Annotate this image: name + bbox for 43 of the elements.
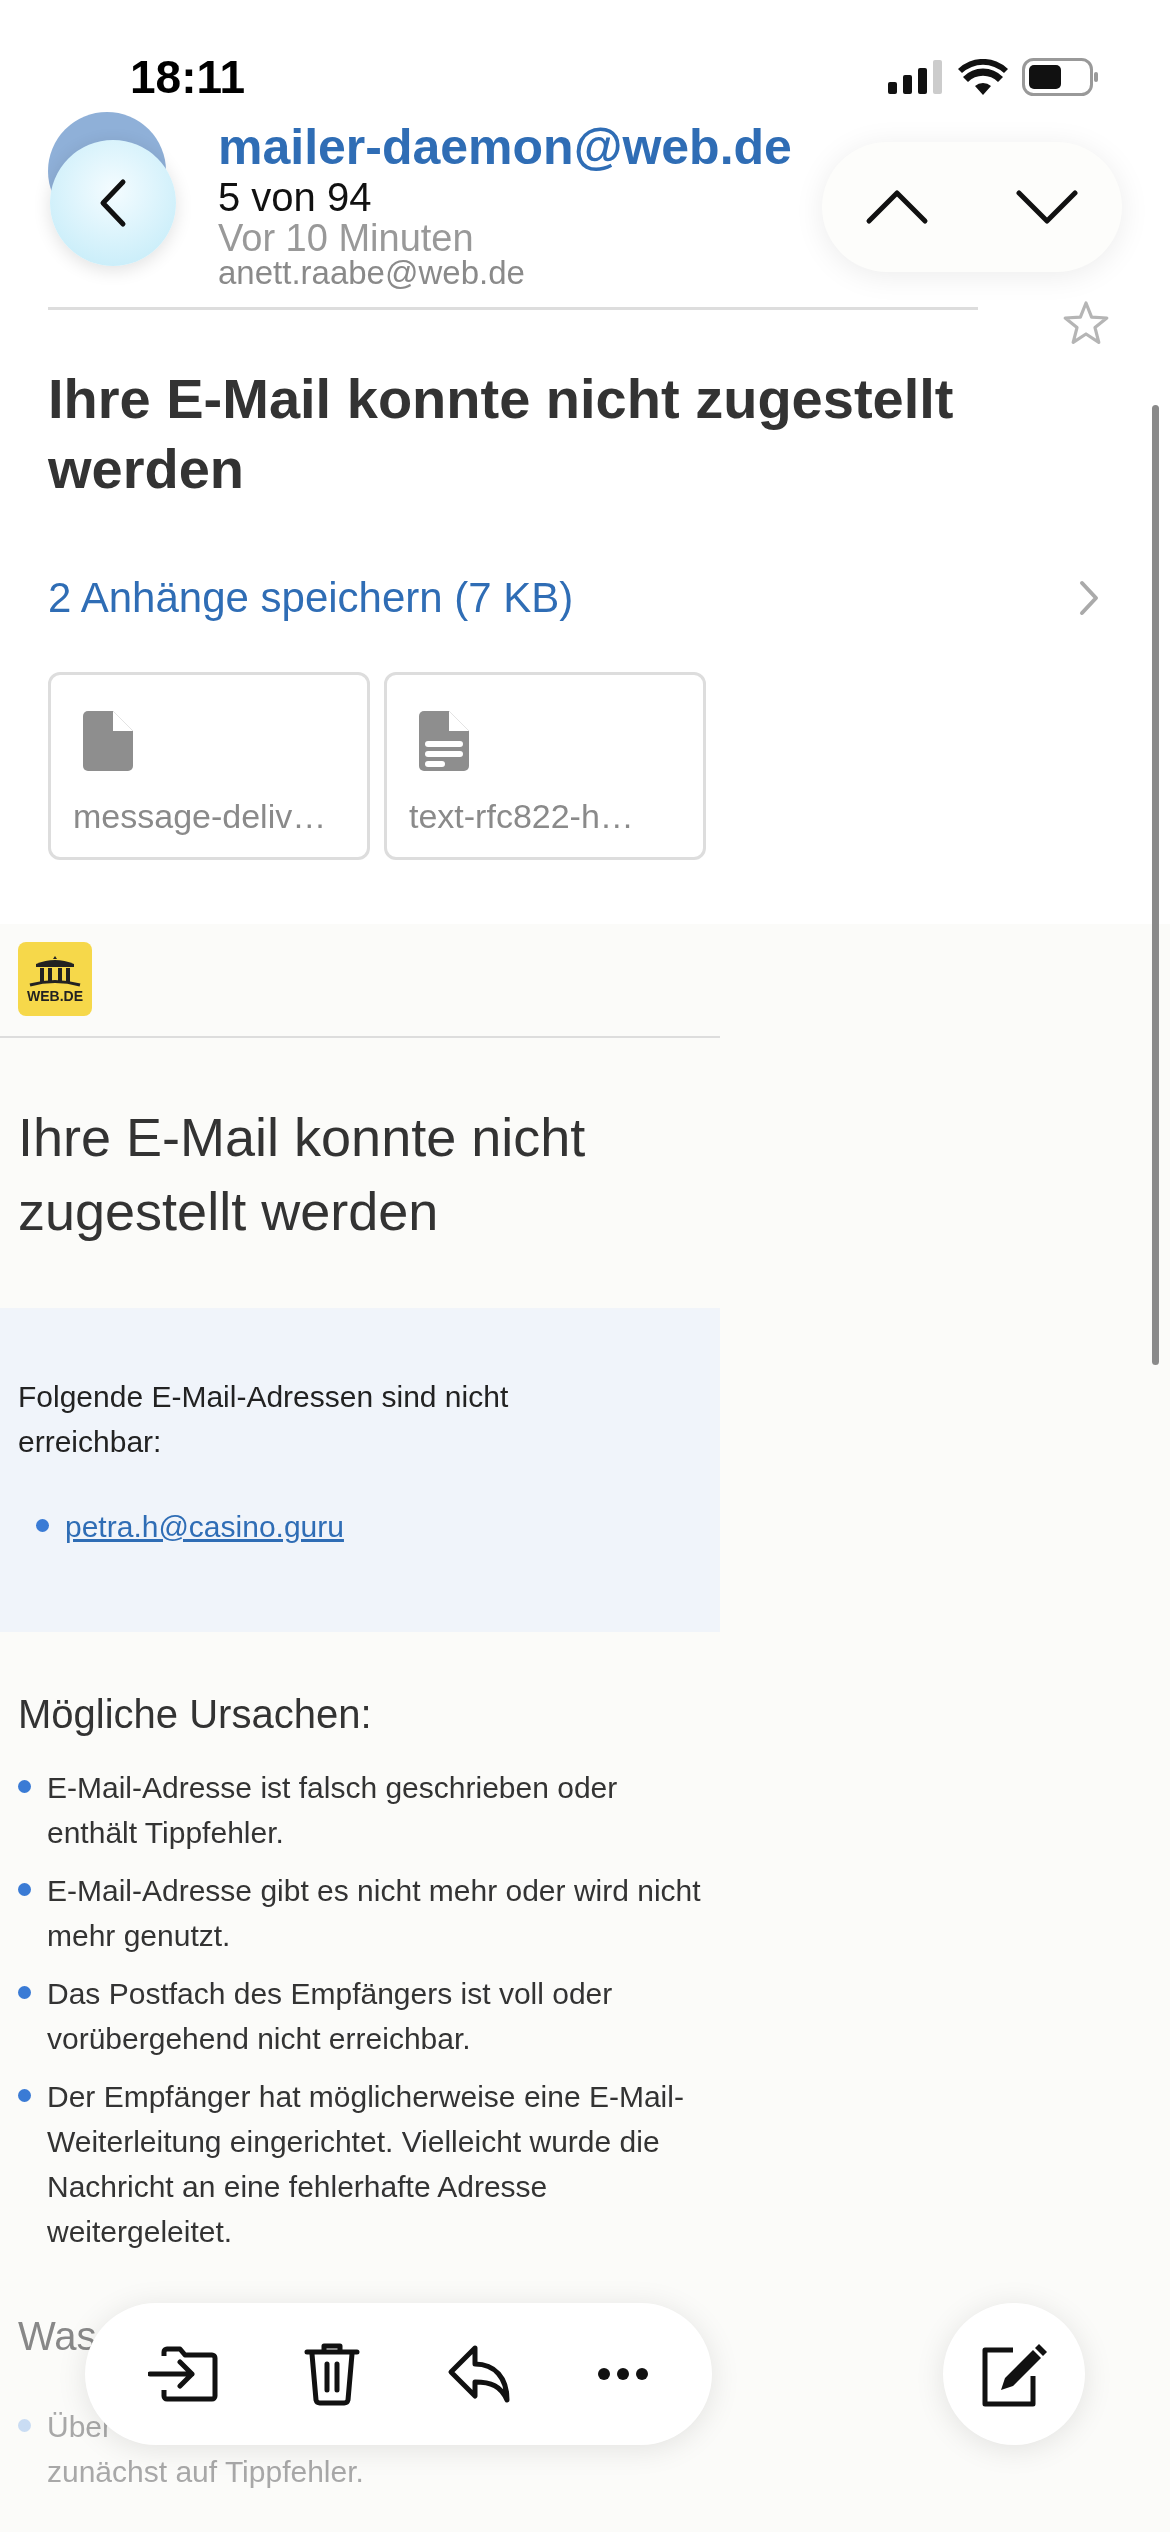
bullet-icon (36, 1519, 49, 1532)
bullet-icon (18, 2419, 31, 2432)
email-subject: Ihre E-Mail konnte nicht zugestellt werden (48, 366, 955, 502)
next-icon[interactable] (1015, 189, 1079, 225)
list-item-text: E-Mail-Adresse ist falsch geschrieben oder enthält Tippfehler. (47, 1770, 619, 1851)
bullet-icon (18, 1780, 31, 1793)
text-document-icon (419, 711, 469, 771)
battery-icon (1022, 58, 1100, 96)
trash-icon[interactable] (304, 2342, 361, 2406)
reply-icon[interactable] (446, 2344, 511, 2404)
message-position: 5 von 94 (218, 176, 373, 218)
section-heading: Mögliche Ursachen: (18, 1692, 373, 1737)
notice-text: Folgende E-Mail-Adressen sind nicht erreichbar: (18, 1379, 510, 1460)
document-icon (83, 711, 133, 771)
list-item-text: Über (47, 2409, 114, 2445)
attachment-card[interactable]: message-deliv… (48, 672, 370, 860)
list-item-text: zunächst auf Tippfehler. (47, 2454, 364, 2490)
attachment-name: message-deliv… (73, 797, 327, 836)
bullet-icon (18, 1986, 31, 1999)
recipient-address: anett.raabe@web.de (218, 256, 526, 290)
back-icon (98, 178, 128, 228)
previous-icon[interactable] (865, 189, 929, 225)
bullet-icon (18, 2089, 31, 2102)
list-item-text: Der Empfänger hat möglicherweise eine E-Mail-Weiterleitung eingerichtet. Vielleicht wurde die Nachricht an eine fehlerhafte Adresse weitergeleitet. (47, 2079, 685, 2250)
email-link[interactable]: petra.h@casino.guru (65, 1504, 344, 1549)
attachment-card[interactable]: text-rfc822-h… (384, 672, 706, 860)
wifi-icon (958, 59, 1008, 95)
list-item-text: E-Mail-Adresse gibt es nicht mehr oder wird nicht mehr genutzt. (47, 1873, 702, 1954)
bullet-icon (18, 1883, 31, 1896)
save-attachments-link[interactable]: 2 Anhänge speichern (7 KB) (48, 574, 1100, 622)
logo: WEB.DE (18, 942, 92, 1016)
received-time: Vor 10 Minuten (218, 218, 475, 258)
section-heading: Was (18, 2314, 98, 2359)
move-to-folder-icon[interactable] (148, 2346, 219, 2402)
body-heading: Ihre E-Mail konnte nicht zugestellt werden (18, 1106, 587, 1243)
signal-icon (888, 60, 944, 94)
attachment-name: text-rfc822-h… (409, 797, 634, 836)
star-icon[interactable] (1062, 300, 1110, 346)
list-item-text: Das Postfach des Empfängers ist voll oder vorübergehend nicht erreichbar. (47, 1976, 614, 2057)
more-icon[interactable] (596, 2367, 649, 2381)
status-time: 18:11 (130, 50, 246, 104)
sender-address: mailer-daemon@web.de (218, 118, 792, 176)
chevron-right-icon (1078, 579, 1100, 617)
